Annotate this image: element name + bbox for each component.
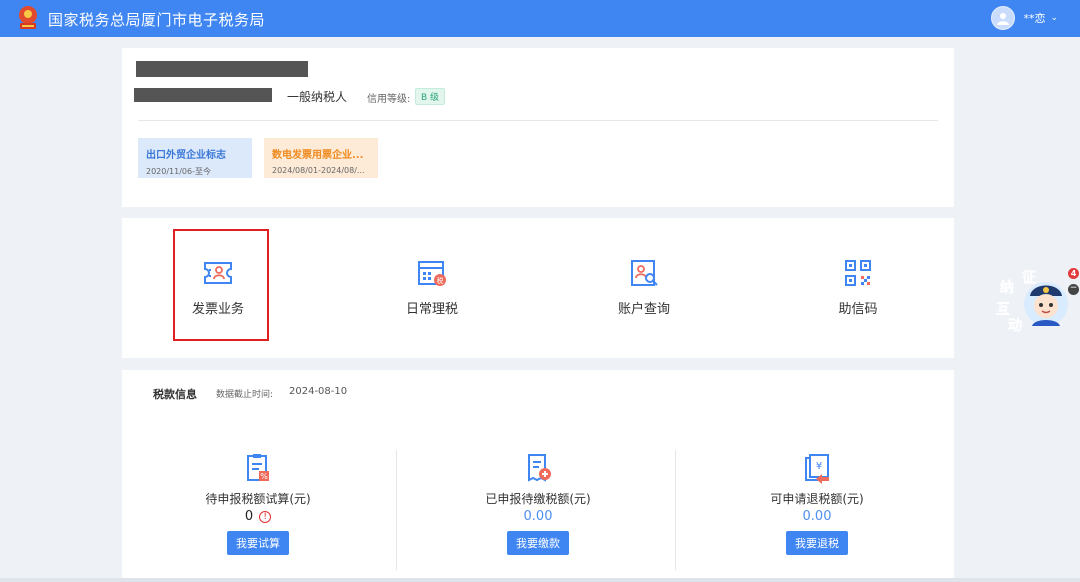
tag-title: 出口外贸企业标志: [146, 150, 226, 161]
account-query-button[interactable]: 账户查询: [594, 258, 694, 317]
credit-level-label: 信用等级:: [367, 94, 411, 105]
taxpayer-type: 一般纳税人: [287, 90, 348, 104]
invoice-ticket-icon: [204, 262, 232, 284]
invoice-business-button[interactable]: 发票业务: [168, 258, 268, 317]
tax-amount: 0.00: [802, 509, 832, 524]
svg-text:%: %: [260, 472, 268, 481]
daily-tax-icon: 税: [418, 261, 446, 286]
tag-digital-invoice[interactable]: 数电发票用票企业... 2024/08/01-2024/08/...: [264, 138, 378, 178]
function-label: 助信码: [838, 302, 878, 317]
tax-column-label: 已申报待缴税额(元): [485, 492, 591, 506]
redacted-company-name: [136, 61, 308, 77]
user-avatar-icon[interactable]: [991, 6, 1016, 30]
column-divider: [675, 450, 676, 570]
tax-column-label: 可申请退税额(元): [770, 492, 864, 506]
user-name[interactable]: **恋: [1023, 10, 1045, 26]
redacted-tax-id: [134, 88, 272, 102]
tag-title: 数电发票用票企业...: [272, 150, 364, 161]
divider: [138, 120, 938, 121]
tax-refund-column: ¥ 可申请退税额(元) 0.00 我要退税: [727, 452, 907, 555]
data-cutoff-label: 数据截止时间:: [216, 390, 274, 400]
tax-info-title: 税款信息: [153, 388, 197, 401]
column-divider: [396, 450, 397, 570]
svg-text:¥: ¥: [816, 461, 822, 472]
tag-date: 2020/11/06-至今: [146, 167, 211, 176]
tax-trial-column: % 待申报税额试算(元) 0! 我要试算: [168, 452, 348, 555]
assistant-mascot-icon[interactable]: 征 纳 互 动: [992, 268, 1076, 336]
tax-payment-icon: [528, 454, 551, 482]
app-title: 国家税务总局厦门市电子税务局: [48, 11, 266, 29]
chevron-down-icon[interactable]: ⌄: [1050, 13, 1058, 23]
assistant-char: 纳: [1000, 279, 1014, 296]
svg-text:税: 税: [437, 276, 444, 285]
function-label: 账户查询: [617, 302, 670, 317]
qr-code-icon: [845, 260, 871, 286]
function-label: 发票业务: [191, 302, 244, 317]
tax-amount-value: 0: [244, 509, 254, 524]
tax-info-card: 税款信息 数据截止时间: 2024-08-10 % 待申报税额试算(元) 0! …: [122, 370, 954, 582]
function-card: 发票业务 税 日常理税 账户查询 助信码: [122, 218, 954, 358]
tax-amount: 0!: [168, 509, 348, 524]
account-search-icon: [631, 260, 658, 286]
user-menu[interactable]: **恋 ⌄: [991, 6, 1058, 30]
tag-export-enterprise[interactable]: 出口外贸企业标志 2020/11/06-至今: [138, 138, 252, 178]
function-label: 日常理税: [405, 302, 458, 317]
data-cutoff-time: 2024-08-10: [289, 386, 348, 397]
trial-calc-button[interactable]: 我要试算: [227, 531, 289, 555]
tax-refund-icon: ¥: [805, 454, 829, 484]
company-info-card: 一般纳税人 信用等级: B 级 出口外贸企业标志 2020/11/06-至今 数…: [122, 48, 954, 207]
daily-tax-button[interactable]: 税 日常理税: [382, 258, 482, 317]
collapse-button[interactable]: −: [1068, 284, 1079, 295]
credit-level-badge: B 级: [415, 88, 446, 105]
tag-date: 2024/08/01-2024/08/...: [272, 166, 365, 175]
pay-tax-button[interactable]: 我要缴款: [507, 531, 569, 555]
credit-code-button[interactable]: 助信码: [808, 258, 908, 317]
tax-payment-column: 已申报待缴税额(元) 0.00 我要缴款: [448, 452, 628, 555]
tax-amount: 0.00: [523, 509, 553, 524]
assistant-char: 互: [996, 302, 1010, 318]
info-icon[interactable]: !: [259, 511, 272, 523]
tax-column-label: 待申报税额试算(元): [205, 492, 311, 506]
assistant-char: 征: [1022, 269, 1036, 286]
top-bar: 国家税务总局厦门市电子税务局 **恋 ⌄: [0, 0, 1080, 37]
assistant-widget[interactable]: 征 纳 互 动: [992, 268, 1076, 336]
clipboard-calc-icon: %: [247, 454, 269, 481]
assistant-char: 动: [1008, 317, 1022, 334]
tax-emblem-icon: [19, 6, 37, 29]
refund-tax-button[interactable]: 我要退税: [786, 531, 848, 555]
horizontal-scrollbar[interactable]: [0, 578, 1080, 582]
notification-badge: 4: [1068, 268, 1079, 279]
